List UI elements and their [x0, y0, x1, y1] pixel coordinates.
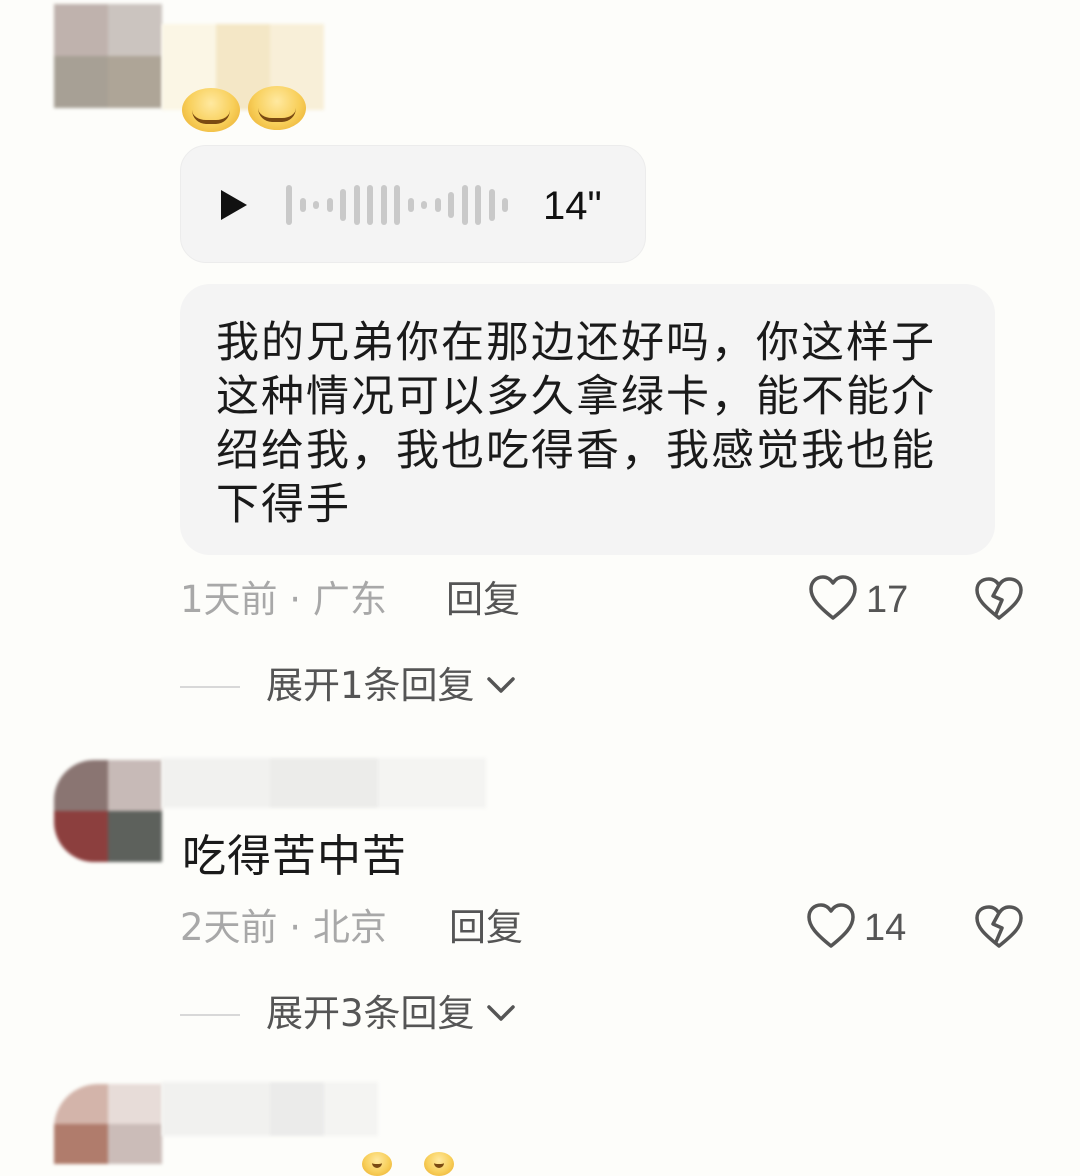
comment-text: 我的兄弟你在那边还好吗，你这样子这种情况可以多久拿绿卡，能不能介绍给我，我也吃得…	[216, 318, 936, 530]
emoji-icon	[248, 86, 306, 130]
reply-button[interactable]: 回复	[449, 906, 523, 950]
waveform-bar	[448, 192, 454, 218]
play-icon[interactable]	[221, 190, 247, 220]
waveform-bar	[299, 198, 306, 212]
waveform-bar	[421, 201, 427, 209]
waveform-bar	[394, 185, 400, 225]
broken-heart-icon[interactable]	[974, 904, 1024, 950]
comment-text[interactable]: 吃得苦中苦	[182, 830, 407, 884]
expand-replies-label: 展开1条回复	[266, 664, 475, 707]
expand-replies-button[interactable]: 展开3条回复	[266, 992, 475, 1036]
username[interactable]	[162, 1082, 378, 1136]
waveform-bar	[380, 185, 387, 225]
waveform-bar	[475, 185, 481, 225]
waveform-bar	[326, 198, 333, 212]
chevron-down-icon[interactable]	[484, 674, 518, 698]
reply-button[interactable]: 回复	[446, 578, 520, 622]
waveform-bar	[340, 189, 346, 221]
comment-time-location: 2天前 · 北京	[180, 906, 387, 949]
broken-heart-icon[interactable]	[974, 576, 1024, 622]
waveform-bar	[488, 189, 495, 221]
chevron-down-icon[interactable]	[484, 1002, 518, 1026]
divider	[180, 686, 240, 688]
voice-duration: 14"	[543, 184, 602, 228]
waveform-bar	[367, 185, 373, 225]
waveform-bar	[502, 198, 508, 212]
avatar[interactable]	[54, 1084, 162, 1164]
avatar[interactable]	[54, 760, 162, 862]
waveform-bar	[461, 185, 468, 225]
expand-replies-label: 展开3条回复	[266, 992, 475, 1035]
like-count: 17	[866, 579, 909, 621]
like-count: 14	[864, 907, 907, 949]
waveform-bar	[407, 198, 414, 212]
voice-message[interactable]: 14"	[180, 145, 646, 263]
emoji-icon	[182, 88, 240, 132]
waveform-bar	[313, 201, 319, 209]
avatar[interactable]	[54, 4, 162, 108]
comment-bubble[interactable]: 我的兄弟你在那边还好吗，你这样子这种情况可以多久拿绿卡，能不能介绍给我，我也吃得…	[180, 284, 995, 555]
waveform	[286, 182, 516, 228]
heart-icon[interactable]	[806, 902, 856, 950]
waveform-bar	[286, 185, 292, 225]
emoji-icon	[362, 1152, 392, 1176]
waveform-bar	[353, 185, 360, 225]
username[interactable]	[162, 758, 486, 808]
waveform-bar	[434, 198, 441, 212]
emoji-icon	[424, 1152, 454, 1176]
expand-replies-button[interactable]: 展开1条回复	[266, 664, 475, 708]
comment-time-location: 1天前 · 广东	[180, 578, 387, 621]
heart-icon[interactable]	[808, 574, 858, 622]
divider	[180, 1014, 240, 1016]
